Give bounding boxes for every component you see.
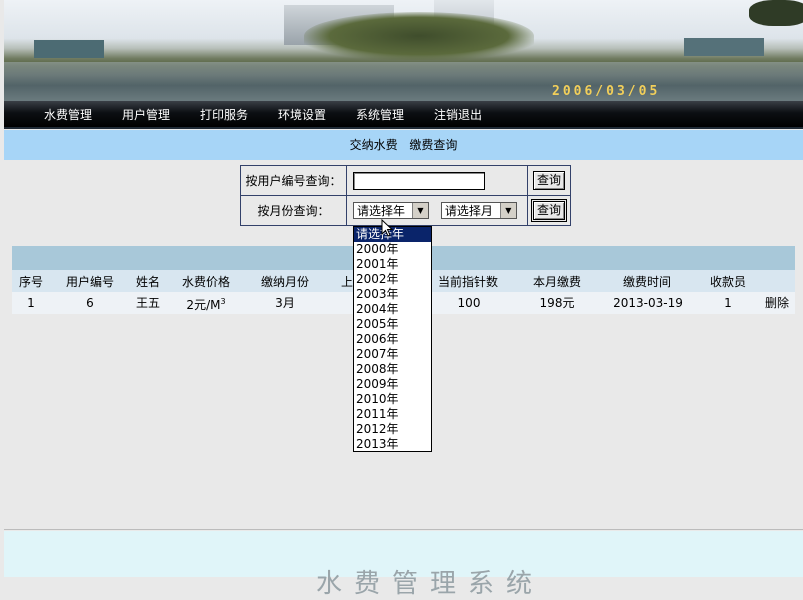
col-name: 姓名 <box>135 275 161 289</box>
cell-user-id: 6 <box>86 296 94 310</box>
col-previous: 上 <box>340 275 354 289</box>
col-month: 缴纳月份 <box>260 275 310 289</box>
year-option[interactable]: 2013年 <box>354 437 431 451</box>
footer-title: 水费管理系统 <box>316 569 545 599</box>
col-user-id: 用户编号 <box>65 275 115 289</box>
year-option[interactable]: 2000年 <box>354 242 431 257</box>
sub-nav: 交纳水费 缴费查询 <box>4 130 803 160</box>
year-option[interactable]: 2012年 <box>354 422 431 437</box>
cell-month: 3月 <box>275 296 295 310</box>
nav-system-manage[interactable]: 系统管理 <box>356 106 404 123</box>
cell-cashier: 1 <box>724 296 732 310</box>
by-month-label: 按月份查询： <box>240 195 347 226</box>
year-option[interactable]: 2009年 <box>354 377 431 392</box>
year-option[interactable]: 2008年 <box>354 362 431 377</box>
cell-time: 2013-03-19 <box>613 296 683 310</box>
year-option[interactable]: 2005年 <box>354 317 431 332</box>
mouse-pointer-icon <box>381 219 394 237</box>
header-banner: 2006/03/05 <box>4 0 803 101</box>
cell-price-sup: 3 <box>220 297 226 306</box>
year-option[interactable]: 2003年 <box>354 287 431 302</box>
subnav-fee-query[interactable]: 缴费查询 <box>409 138 457 152</box>
year-option[interactable]: 2001年 <box>354 257 431 272</box>
year-select-value: 请选择年 <box>357 204 406 218</box>
chevron-down-icon[interactable]: ▼ <box>412 203 428 218</box>
year-select[interactable]: 请选择年 ▼ <box>353 202 429 219</box>
chevron-down-icon[interactable]: ▼ <box>499 203 516 218</box>
cell-price: 2元/M3 <box>186 296 225 313</box>
nav-user-manage[interactable]: 用户管理 <box>122 106 170 123</box>
nav-water-fee[interactable]: 水费管理 <box>44 106 92 123</box>
year-option[interactable]: 2002年 <box>354 272 431 287</box>
divider <box>4 529 803 530</box>
banner-date: 2006/03/05 <box>552 84 661 99</box>
banner-building <box>34 40 104 58</box>
nav-environment-settings[interactable]: 环境设置 <box>278 106 326 123</box>
subnav-pay-fee[interactable]: 交纳水费 <box>350 138 398 152</box>
main-nav: 水费管理 用户管理 打印服务 环境设置 系统管理 注销退出 <box>4 101 803 129</box>
month-select[interactable]: 请选择月 ▼ <box>440 202 517 219</box>
nav-logout[interactable]: 注销退出 <box>434 106 482 123</box>
by-user-label: 按用户编号查询： <box>240 165 347 196</box>
cell-current-reading: 100 <box>457 296 481 310</box>
col-cashier: 收款员 <box>709 275 747 289</box>
banner-water <box>4 62 803 101</box>
user-id-input[interactable] <box>353 171 485 190</box>
banner-building <box>684 38 764 56</box>
month-select-value: 请选择月 <box>444 204 493 218</box>
year-option[interactable]: 2010年 <box>354 392 431 407</box>
col-price: 水费价格 <box>181 275 231 289</box>
year-dropdown-list[interactable]: 请选择年 2000年 2001年 2002年 2003年 2004年 2005年… <box>353 226 432 452</box>
cell-name: 王五 <box>135 296 161 310</box>
cell-no: 1 <box>27 296 35 310</box>
delete-link[interactable]: 删除 <box>765 294 789 311</box>
query-month-button[interactable]: 查询 <box>530 199 568 222</box>
year-option[interactable]: 2011年 <box>354 407 431 422</box>
col-fee: 本月缴费 <box>532 275 582 289</box>
banner-tree <box>304 12 534 60</box>
query-form: 按用户编号查询： 查询 按月份查询： 请选择年 ▼ 请选择月 ▼ 查询 <box>240 165 571 226</box>
cell-fee: 198元 <box>539 296 575 310</box>
nav-print-service[interactable]: 打印服务 <box>200 106 248 123</box>
col-time: 缴费时间 <box>622 275 672 289</box>
year-option[interactable]: 2007年 <box>354 347 431 362</box>
banner-tree <box>749 0 803 26</box>
col-no: 序号 <box>18 275 44 289</box>
footer: 水费管理系统 <box>4 531 803 599</box>
cell-price-text: 2元/M <box>186 298 221 312</box>
col-current-reading: 当前指针数 <box>437 275 499 289</box>
year-option[interactable]: 2006年 <box>354 332 431 347</box>
year-option[interactable]: 2004年 <box>354 302 431 317</box>
query-user-button[interactable]: 查询 <box>532 171 565 190</box>
